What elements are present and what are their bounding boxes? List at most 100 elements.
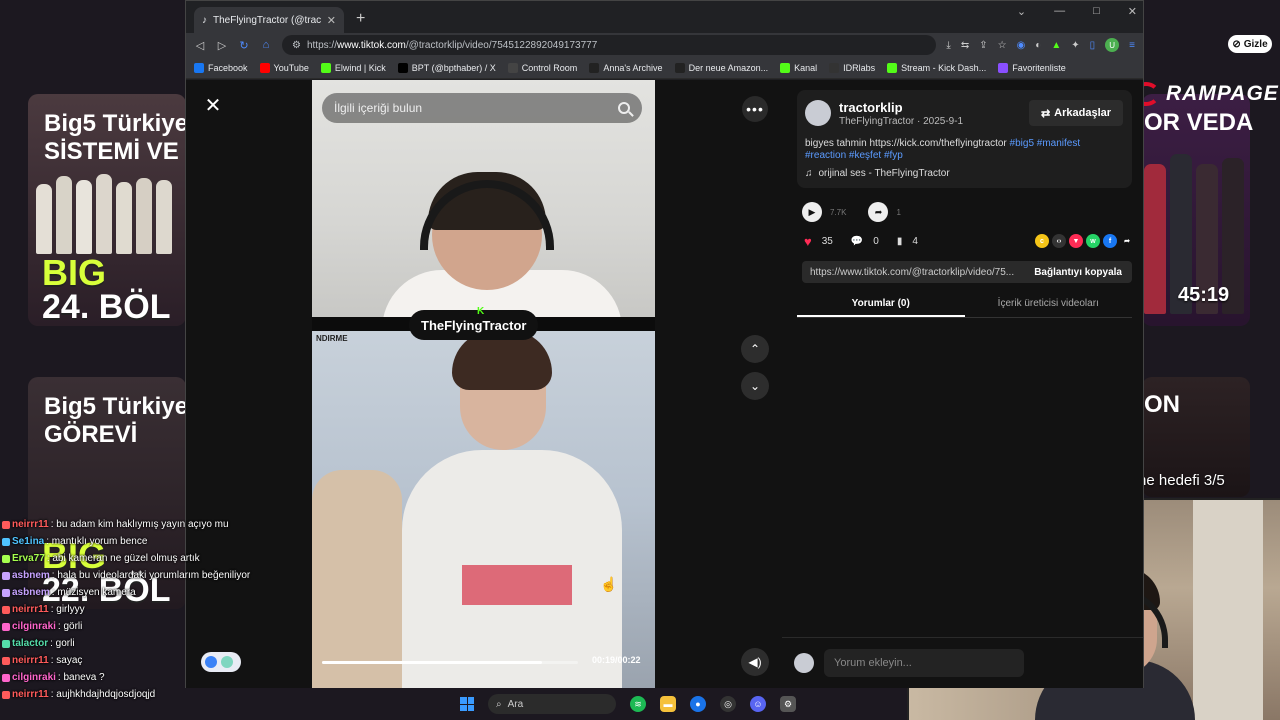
chat-badge-icon: [2, 605, 10, 614]
window-controls: ⌄ — □ ✕: [1017, 5, 1137, 18]
copy-link-button[interactable]: Bağlantıyı kopyala: [1024, 267, 1132, 278]
overlay-text: NDIRME: [316, 334, 348, 343]
folder-icon[interactable]: ▬: [660, 696, 676, 712]
search-input[interactable]: İlgili içeriği bulun: [322, 93, 642, 123]
close-tab-icon[interactable]: ✕: [327, 14, 336, 27]
taskbar-search[interactable]: ⌕ Ara: [488, 694, 616, 714]
more-options-button[interactable]: •••: [742, 96, 768, 122]
install-icon[interactable]: ⤓: [946, 40, 950, 51]
translate-icon[interactable]: ⇆: [961, 40, 969, 51]
whatsapp-icon[interactable]: w: [1086, 234, 1100, 248]
search-icon[interactable]: [618, 102, 630, 114]
chat-username[interactable]: cilginraki: [12, 669, 56, 686]
bookmark-item[interactable]: Favoritenliste: [998, 62, 1066, 73]
close-icon[interactable]: ✕: [202, 96, 224, 118]
bookmark-item[interactable]: Anna's Archive: [589, 62, 663, 73]
home-button[interactable]: ⌂: [260, 39, 272, 51]
chat-username[interactable]: Se1ina: [12, 533, 44, 550]
chat-username[interactable]: asbnem: [12, 567, 50, 584]
hashtag-link[interactable]: #big5: [1010, 138, 1034, 149]
bookmark-icon[interactable]: ▮: [897, 236, 903, 247]
progress-bar[interactable]: [322, 661, 578, 664]
kick-icon: [780, 62, 791, 73]
chat-username[interactable]: asbnem: [12, 584, 50, 601]
site-info-icon[interactable]: ⚙: [292, 40, 301, 51]
video-player[interactable]: K TheFlyingTractor NDIRME İlgili içeriği…: [312, 80, 655, 688]
sidebar-icon[interactable]: ▯: [1090, 40, 1096, 51]
menu-icon[interactable]: ≡: [1129, 40, 1135, 51]
comment-input[interactable]: Yorum ekleyin...: [824, 648, 1024, 677]
hashtag-link[interactable]: #manifest: [1037, 138, 1080, 149]
windows-start-icon[interactable]: [460, 697, 474, 711]
chat-username[interactable]: neirrr11: [12, 601, 49, 618]
bookmark-item[interactable]: Elwind | Kick: [320, 62, 386, 73]
comment-icon[interactable]: 💬: [851, 236, 863, 247]
play-icon[interactable]: ▶: [802, 202, 822, 222]
x-icon: [397, 62, 408, 73]
discord-icon[interactable]: ☺: [750, 696, 766, 712]
friends-button[interactable]: ⇄ Arkadaşlar: [1029, 100, 1123, 126]
extension-icon[interactable]: ◉: [1017, 40, 1026, 51]
extension-icon[interactable]: ◐: [1035, 40, 1041, 51]
reload-button[interactable]: ↻: [238, 39, 250, 52]
obs-icon[interactable]: ◎: [720, 696, 736, 712]
bookmark-item[interactable]: BPT (@bpthaber) / X: [397, 62, 496, 73]
video-link[interactable]: https://www.tiktok.com/@tractorklip/vide…: [802, 267, 1024, 278]
hashtag-link[interactable]: #reaction: [805, 150, 846, 161]
chat-username[interactable]: neirrr11: [12, 652, 49, 669]
profile-avatar[interactable]: U: [1105, 38, 1120, 52]
share-icons: c ‹› ▼ w f ➦: [1035, 234, 1134, 248]
close-window-button[interactable]: ✕: [1128, 5, 1137, 18]
username[interactable]: tractorklip: [839, 100, 903, 115]
previous-video-button[interactable]: ⌃: [741, 335, 769, 363]
bookmark-star-icon[interactable]: ☆: [998, 40, 1007, 51]
bookmarks-bar: Facebook YouTube Elwind | Kick BPT (@bpthab…: [186, 57, 1143, 79]
chat-username[interactable]: cilginraki: [12, 618, 56, 635]
hashtag-link[interactable]: #fyp: [884, 150, 903, 161]
spotify-icon[interactable]: ≋: [630, 696, 646, 712]
puzzle-icon[interactable]: ✦: [1071, 40, 1079, 51]
hide-button[interactable]: ⊘ Gizle: [1228, 35, 1272, 53]
embed-icon[interactable]: ‹›: [1052, 234, 1066, 248]
maximize-button[interactable]: □: [1093, 5, 1100, 18]
next-video-button[interactable]: ⌄: [741, 372, 769, 400]
bookmark-item[interactable]: Stream - Kick Dash...: [887, 62, 986, 73]
chat-username[interactable]: neirrr11: [12, 686, 49, 703]
bookmark-label: Kanal: [794, 62, 818, 73]
new-tab-button[interactable]: +: [356, 10, 365, 28]
tab-comments[interactable]: Yorumlar (0): [797, 294, 965, 317]
chat-username[interactable]: neirrr11: [12, 516, 49, 533]
user-meta: TheFlyingTractor · 2025-9-1: [839, 116, 964, 127]
camera-person: [312, 470, 402, 688]
coin-icon[interactable]: c: [1035, 234, 1049, 248]
bookmark-item[interactable]: Kanal: [780, 62, 818, 73]
chat-username[interactable]: Erva77: [12, 550, 45, 567]
minimize-button[interactable]: —: [1054, 5, 1065, 18]
extension-icon[interactable]: ▲: [1051, 40, 1061, 51]
music-row[interactable]: ♫ orijinal ses - TheFlyingTractor: [805, 168, 950, 179]
hashtag-link[interactable]: #keşfet: [849, 150, 881, 161]
share-arrow-icon[interactable]: ➦: [868, 202, 889, 222]
share-icon[interactable]: ⇪: [979, 40, 987, 51]
browser-tab-tiktok[interactable]: ♪ TheFlyingTractor (@tractorkl ✕: [194, 7, 344, 33]
chat-badge-icon: [2, 571, 10, 580]
url-bar[interactable]: ⚙ https://www.tiktok.com/@tractorklip/vi…: [282, 35, 937, 55]
chevron-down-icon[interactable]: ⌄: [1017, 5, 1026, 18]
facebook-icon[interactable]: f: [1103, 234, 1117, 248]
bookmark-item[interactable]: Der neue Amazon...: [674, 62, 768, 73]
volume-button[interactable]: ◀): [741, 648, 769, 676]
chrome-icon[interactable]: ●: [690, 696, 706, 712]
settings-gear-icon[interactable]: ⚙: [780, 696, 796, 712]
heart-icon[interactable]: ♥: [804, 234, 812, 249]
bookmark-item[interactable]: Facebook: [194, 62, 248, 73]
share-more-icon[interactable]: ➦: [1120, 234, 1134, 248]
avatar[interactable]: [805, 100, 831, 126]
send-icon[interactable]: ▼: [1069, 234, 1083, 248]
bookmark-item[interactable]: YouTube: [259, 62, 309, 73]
bookmark-item[interactable]: IDRlabs: [829, 62, 875, 73]
bookmark-item[interactable]: Control Room: [507, 62, 577, 73]
chat-username[interactable]: talactor: [12, 635, 48, 652]
back-button[interactable]: ◁: [194, 39, 206, 52]
forward-button[interactable]: ▷: [216, 39, 228, 52]
tab-creator-videos[interactable]: İçerik üreticisi videoları: [965, 294, 1133, 317]
